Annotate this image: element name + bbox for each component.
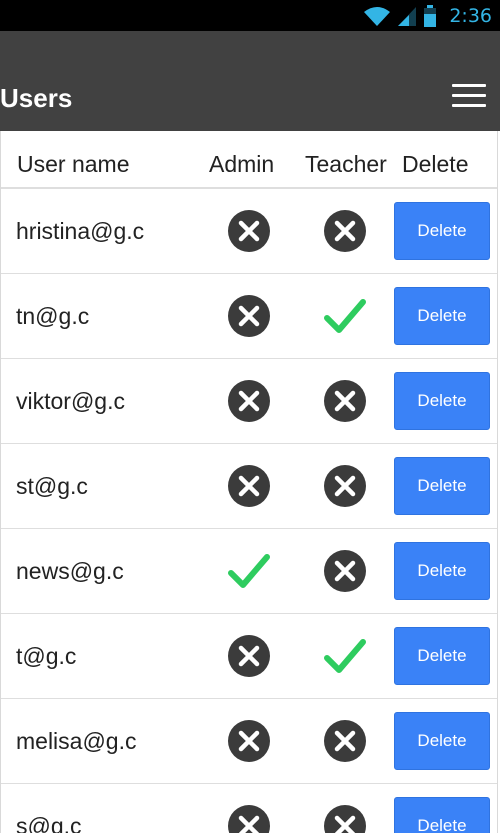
table-row: melisa@g.c Delete bbox=[1, 699, 497, 784]
delete-button[interactable]: Delete bbox=[394, 372, 490, 430]
user-name-cell: st@g.c bbox=[16, 473, 88, 499]
table-row: hristina@g.c Delete bbox=[1, 189, 497, 274]
hamburger-icon-line bbox=[452, 84, 486, 87]
x-circle-icon bbox=[227, 719, 271, 763]
user-name-cell: t@g.c bbox=[16, 643, 77, 669]
table-row: t@g.c Delete bbox=[1, 614, 497, 699]
delete-button[interactable]: Delete bbox=[394, 457, 490, 515]
x-circle-icon bbox=[323, 804, 367, 833]
wifi-icon bbox=[363, 5, 391, 27]
status-bar: 2:36 bbox=[0, 0, 500, 31]
column-header-delete: Delete bbox=[402, 151, 469, 177]
column-header-admin: Admin bbox=[209, 151, 275, 177]
delete-button[interactable]: Delete bbox=[394, 712, 490, 770]
hamburger-icon-line bbox=[452, 104, 486, 107]
users-table: User name Admin Teacher Delete hristina@… bbox=[0, 131, 498, 833]
page-title: Users bbox=[0, 83, 73, 113]
user-name-cell: viktor@g.c bbox=[16, 388, 125, 414]
user-name-cell: melisa@g.c bbox=[16, 728, 137, 754]
status-time: 2:36 bbox=[449, 5, 492, 27]
signal-icon bbox=[397, 5, 417, 27]
delete-button[interactable]: Delete bbox=[394, 627, 490, 685]
x-circle-icon bbox=[323, 719, 367, 763]
user-name-cell: news@g.c bbox=[16, 558, 124, 584]
table-row: viktor@g.c Delete bbox=[1, 359, 497, 444]
battery-icon bbox=[423, 5, 437, 27]
user-name-cell: tn@g.c bbox=[16, 303, 90, 329]
table-row: news@g.c Delete bbox=[1, 529, 497, 614]
checkmark-icon bbox=[323, 634, 367, 678]
x-circle-icon bbox=[323, 549, 367, 593]
x-circle-icon bbox=[227, 294, 271, 338]
table-row: s@g.c Delete bbox=[1, 784, 497, 833]
x-circle-icon bbox=[227, 464, 271, 508]
delete-button[interactable]: Delete bbox=[394, 202, 490, 260]
x-circle-icon bbox=[323, 379, 367, 423]
hamburger-icon-line bbox=[452, 94, 486, 97]
user-name-cell: hristina@g.c bbox=[16, 218, 145, 244]
user-name-cell: s@g.c bbox=[16, 813, 82, 833]
status-icons: 2:36 bbox=[363, 4, 492, 28]
delete-button[interactable]: Delete bbox=[394, 797, 490, 833]
x-circle-icon bbox=[323, 464, 367, 508]
column-header-teacher: Teacher bbox=[305, 151, 387, 177]
app-bar: Users bbox=[0, 31, 500, 131]
checkmark-icon bbox=[227, 549, 271, 593]
table-row: st@g.c Delete bbox=[1, 444, 497, 529]
table-header-row: User name Admin Teacher Delete bbox=[1, 131, 497, 189]
delete-button[interactable]: Delete bbox=[394, 287, 490, 345]
checkmark-icon bbox=[323, 294, 367, 338]
x-circle-icon bbox=[227, 804, 271, 833]
column-header-user-name: User name bbox=[17, 151, 130, 177]
x-circle-icon bbox=[323, 209, 367, 253]
delete-button[interactable]: Delete bbox=[394, 542, 490, 600]
x-circle-icon bbox=[227, 379, 271, 423]
x-circle-icon bbox=[227, 634, 271, 678]
x-circle-icon bbox=[227, 209, 271, 253]
menu-button[interactable] bbox=[452, 84, 486, 110]
table-body: hristina@g.c Delete tn@g.c Delete viktor@g.c… bbox=[1, 189, 497, 833]
table-row: tn@g.c Delete bbox=[1, 274, 497, 359]
